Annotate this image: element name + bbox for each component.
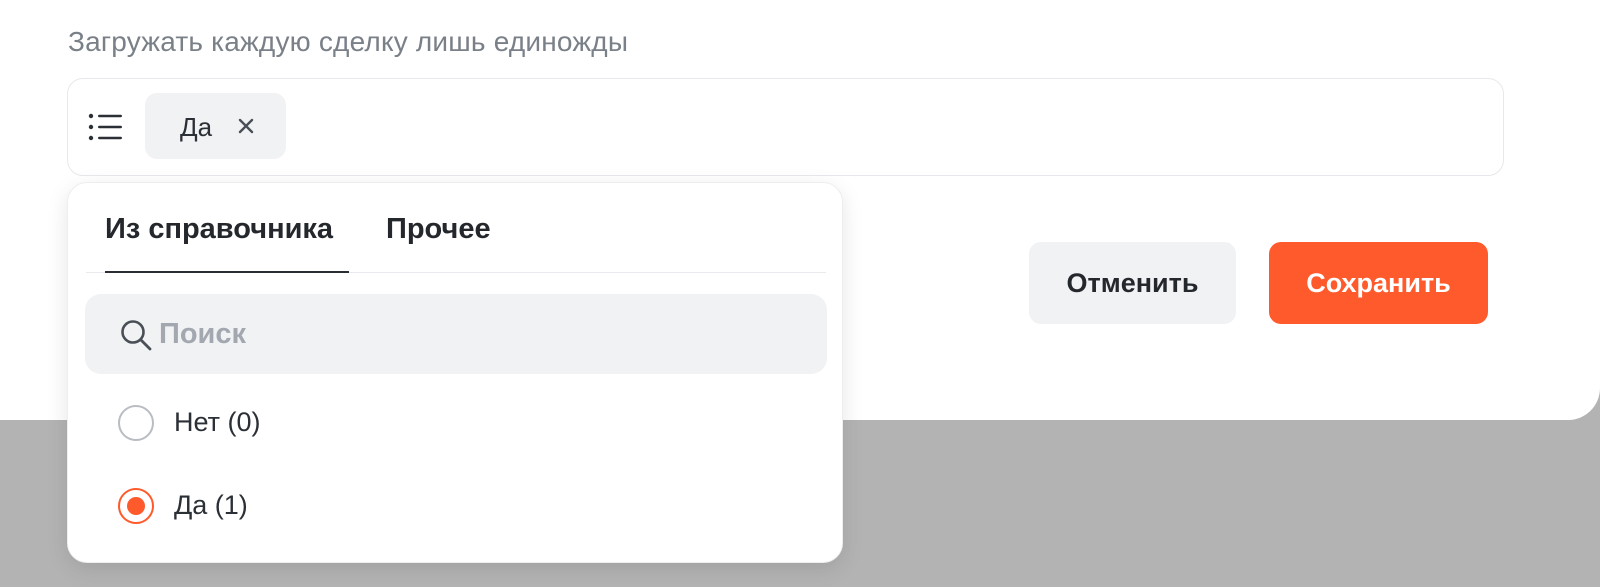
multiselect-field[interactable]: Да [67, 78, 1504, 176]
options-dropdown: Из справочника Прочее Нет (0) Да (1) [67, 182, 843, 563]
active-tab-indicator [105, 271, 349, 273]
save-button[interactable]: Сохранить [1269, 242, 1488, 324]
radio-checked[interactable] [118, 488, 154, 524]
tab-directory[interactable]: Из справочника [105, 213, 333, 246]
close-icon[interactable] [234, 114, 258, 138]
tab-other[interactable]: Прочее [386, 213, 491, 246]
option-label: Нет (0) [174, 407, 261, 437]
dropdown-tabs: Из справочника Прочее [86, 183, 826, 273]
cancel-button[interactable]: Отменить [1029, 242, 1236, 324]
option-no[interactable]: Нет (0) [118, 399, 808, 449]
search-box [85, 294, 827, 374]
chip-label: Да [180, 112, 213, 142]
search-icon [121, 320, 152, 351]
radio-unchecked[interactable] [118, 405, 154, 441]
option-label: Да (1) [174, 490, 248, 520]
field-label: Загружать каждую сделку лишь единожды [68, 26, 629, 57]
screen: Загружать каждую сделку лишь единожды Да… [0, 0, 1600, 587]
radio-dot [127, 497, 145, 515]
search-input[interactable] [159, 294, 799, 374]
selected-chip: Да [145, 93, 286, 159]
option-yes[interactable]: Да (1) [118, 482, 808, 532]
list-icon[interactable] [88, 112, 124, 142]
